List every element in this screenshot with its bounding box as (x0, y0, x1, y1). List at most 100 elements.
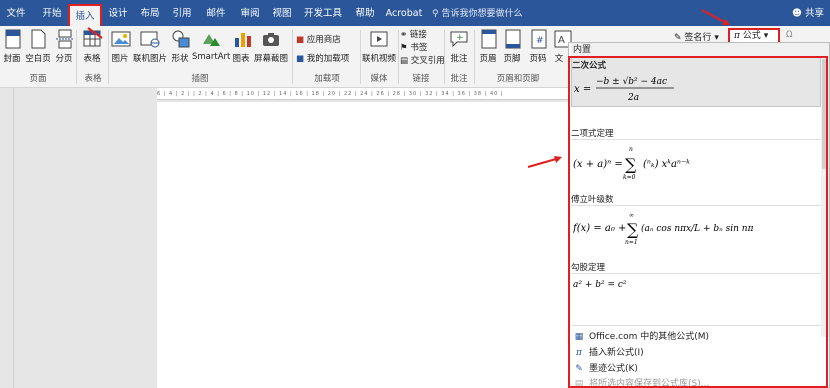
my-addins-label: 我的加载项 (306, 54, 350, 64)
tab-home[interactable]: 开始 (38, 0, 66, 26)
group-divider (360, 30, 361, 84)
chart-button[interactable]: 图表 (232, 28, 251, 64)
comment-button[interactable]: + 批注 (446, 28, 472, 64)
addins-icon: ■ (296, 54, 305, 64)
equation-fourier[interactable]: f(x) = a₀ + ∞ ∑ n=1 (aₙ cos nπx/L + bₙ s… (571, 209, 821, 247)
video-icon (370, 31, 388, 47)
online-picture-label: 联机图片 (132, 54, 167, 64)
group-divider (474, 30, 475, 84)
tab-review[interactable]: 审阅 (236, 0, 264, 26)
pi-icon: π (734, 31, 740, 41)
save-icon: ▤ (574, 378, 584, 388)
screenshot-button[interactable]: 屏幕截图 (252, 28, 290, 64)
equation-label: 公式 (742, 31, 761, 41)
divider (571, 139, 821, 140)
bookmark-button[interactable]: ⚑ 书签 (400, 41, 427, 53)
ink-icon: ✎ (575, 363, 583, 374)
footer-button[interactable]: 页脚 (502, 28, 522, 64)
online-picture-button[interactable]: 联机图片 (132, 28, 168, 64)
tab-insert[interactable]: 插入 (68, 4, 102, 26)
svg-text:∑: ∑ (627, 220, 639, 239)
my-addins-button[interactable]: ■ 我的加载项 (296, 52, 349, 64)
cross-reference-icon: ▤ (400, 56, 409, 66)
store-button[interactable]: ■ 应用商店 (296, 33, 341, 45)
tab-developer[interactable]: 开发工具 (300, 0, 346, 26)
page-number-icon: # (531, 29, 547, 49)
blank-page-label: 空白页 (25, 54, 51, 64)
header-icon (481, 29, 497, 49)
share-button[interactable]: ☻ 共享 (792, 0, 824, 26)
table-label: 表格 (83, 54, 101, 64)
smartart-button[interactable]: SmartArt (192, 28, 230, 62)
online-picture-icon (140, 31, 160, 48)
equation-title: 傅立叶级数 (571, 195, 614, 205)
link-label: 链接 (409, 30, 427, 40)
shapes-button[interactable]: 形状 (170, 28, 190, 64)
smartart-icon (203, 34, 220, 46)
group-comments-label: 批注 (450, 74, 468, 84)
tell-me-text: 告诉我你想要做什么 (441, 9, 523, 19)
equation-quadratic[interactable]: 二次公式 x = −b ± √b² − 4ac 2a (571, 57, 821, 107)
ink-equation[interactable]: ✎ 墨迹公式(K) (573, 361, 638, 375)
tab-view[interactable]: 视图 (268, 0, 296, 26)
tab-acrobat[interactable]: Acrobat (384, 0, 424, 26)
header-label: 页眉 (479, 54, 497, 64)
group-addins-label: 加载项 (314, 74, 340, 84)
blank-page-button[interactable]: 空白页 (24, 28, 52, 64)
group-header-footer-label: 页眉和页脚 (496, 74, 540, 84)
divider (571, 273, 821, 274)
cover-button[interactable]: 封面 (2, 28, 22, 64)
tab-help[interactable]: 帮助 (350, 0, 380, 26)
tab-layout[interactable]: 布局 (136, 0, 164, 26)
document-page[interactable] (157, 102, 569, 388)
divider (571, 325, 821, 326)
cross-reference-button[interactable]: ▤ 交叉引用 (400, 54, 445, 66)
omega-icon: Ω (786, 30, 793, 40)
picture-icon (111, 31, 131, 47)
page-break-icon (56, 29, 74, 49)
page-break-button[interactable]: 分页 (54, 28, 74, 64)
group-tables-label: 表格 (84, 74, 102, 84)
tab-file[interactable]: 文件 (2, 0, 30, 26)
svg-text:A: A (558, 35, 565, 46)
tab-design[interactable]: 设计 (104, 0, 132, 26)
svg-text:(aₙ cos nπx/L + bₙ sin nπx/L): (aₙ cos nπx/L + bₙ sin nπx/L) (641, 223, 753, 234)
svg-text:−b ± √b² − 4ac: −b ± √b² − 4ac (596, 76, 667, 87)
svg-text:n=1: n=1 (625, 239, 638, 246)
page-break-label: 分页 (55, 54, 73, 64)
online-video-button[interactable]: 联机视频 (362, 28, 396, 64)
equation-binomial[interactable]: (x + a)ⁿ = n ∑ k=0 (ⁿₖ) xᵏaⁿ⁻ᵏ (571, 143, 821, 183)
cross-reference-label: 交叉引用 (410, 56, 445, 66)
vertical-ruler (0, 88, 14, 388)
more-equations-label: Office.com 中的其他公式(M) (589, 332, 710, 342)
annotation-arrow-icon (527, 156, 562, 168)
page-number-button[interactable]: # 页码 (528, 28, 548, 64)
group-pages-label: 页面 (29, 74, 47, 84)
page-number-label: 页码 (529, 54, 547, 64)
tab-mailings[interactable]: 邮件 (202, 0, 230, 26)
insert-new-equation-label: 插入新公式(I) (589, 348, 644, 358)
svg-text:#: # (536, 36, 544, 46)
svg-text:a² + b² = c²: a² + b² = c² (573, 280, 627, 290)
gallery-scrollbar-thumb[interactable] (822, 59, 828, 169)
svg-text:k=0: k=0 (623, 174, 636, 181)
tell-me-box[interactable]: ⚲ 告诉我你想要做什么 (432, 0, 522, 26)
insert-new-equation[interactable]: π 插入新公式(I) (573, 345, 644, 359)
picture-label: 图片 (111, 54, 129, 64)
bookmark-icon: ⚑ (400, 43, 408, 53)
group-divider (108, 30, 109, 84)
svg-text:+: + (456, 33, 464, 43)
header-button[interactable]: 页眉 (478, 28, 498, 64)
tab-references[interactable]: 引用 (168, 0, 196, 26)
group-divider (292, 30, 293, 84)
shapes-icon (172, 30, 190, 48)
picture-button[interactable]: 图片 (110, 28, 131, 64)
textbox-button[interactable]: A 文 (552, 28, 572, 64)
ink-equation-label: 墨迹公式(K) (589, 364, 638, 374)
more-equations-office[interactable]: ▦ Office.com 中的其他公式(M) (573, 329, 710, 343)
symbol-button[interactable]: Ω (786, 30, 793, 40)
link-button[interactable]: ⚭ 链接 (400, 28, 427, 40)
share-label: 共享 (804, 8, 824, 19)
equation-title: 二次公式 (572, 61, 607, 71)
equation-pythagorean[interactable]: a² + b² = c² (571, 275, 821, 291)
